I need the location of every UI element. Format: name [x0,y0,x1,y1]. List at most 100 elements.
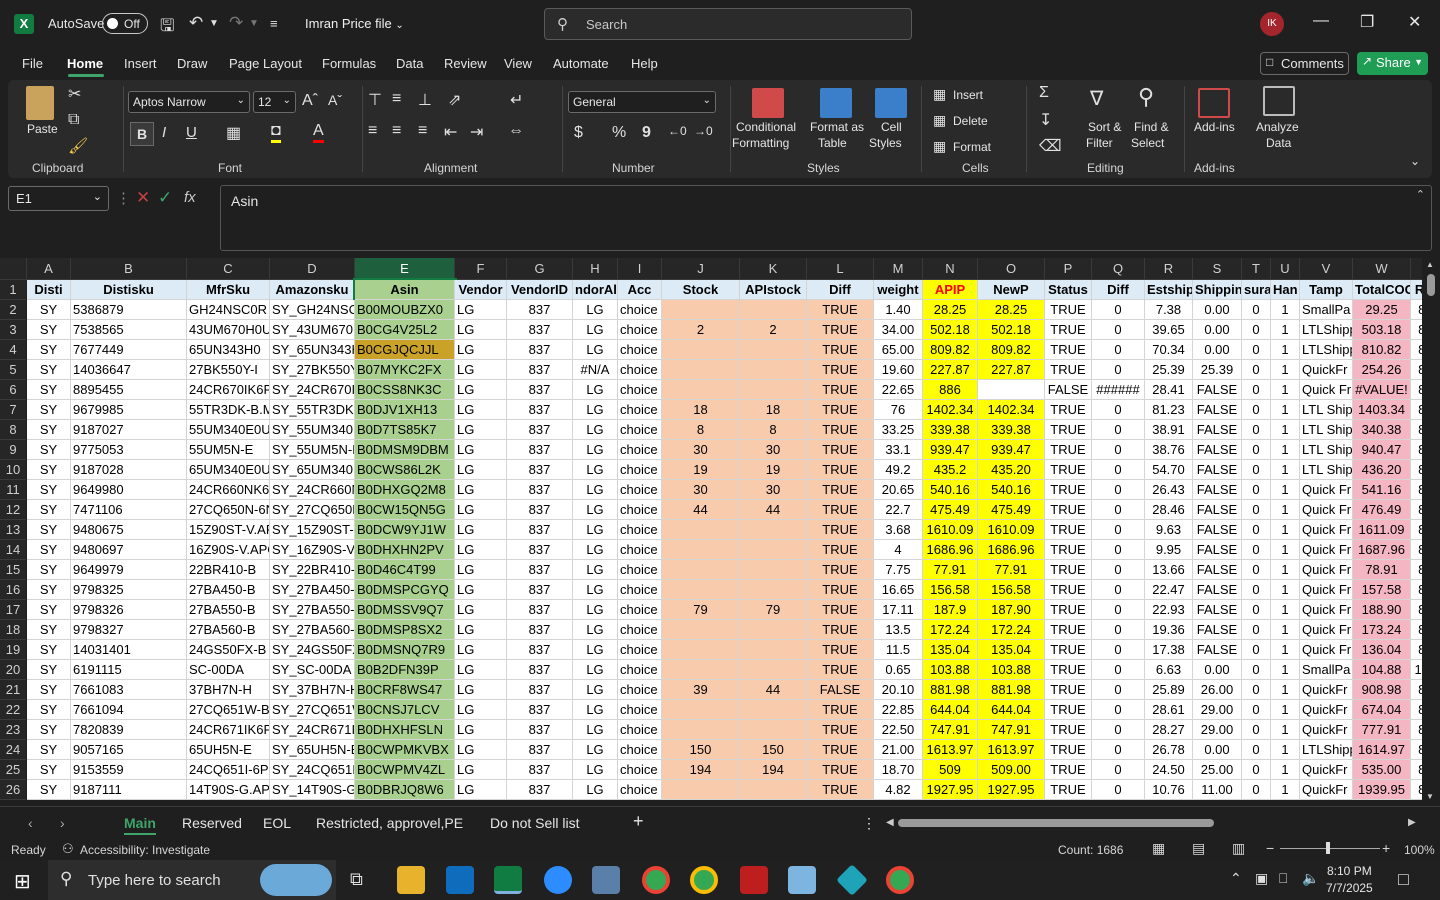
header-cell[interactable]: Distisku [71,280,187,300]
table-cell[interactable] [740,520,807,540]
table-cell[interactable]: 7.75 [874,560,923,580]
table-cell[interactable]: SY_65UN343H [270,340,355,360]
table-cell[interactable]: LTLShipp [1300,320,1353,340]
table-cell[interactable]: B0CGJQCJJL [355,340,455,360]
table-cell[interactable]: 0.00 [1193,740,1242,760]
table-cell[interactable]: 0 [1092,320,1145,340]
borders-icon[interactable]: ▦ [226,123,241,143]
table-cell[interactable]: QuickFr [1300,780,1353,800]
table-cell[interactable]: SY [27,680,71,700]
table-cell[interactable]: 339.38 [923,420,978,440]
table-cell[interactable]: 6.63 [1145,660,1193,680]
header-cell[interactable]: Shippin [1193,280,1242,300]
table-cell[interactable]: B07MYKC2FX [355,360,455,380]
table-cell[interactable]: LG [573,500,618,520]
row-header[interactable]: 20 [0,660,26,680]
add-ins-icon[interactable] [1198,88,1230,118]
row-header[interactable]: 1 [0,280,26,300]
table-cell[interactable]: SY_22BR410-E [270,560,355,580]
table-cell[interactable] [662,780,740,800]
table-cell[interactable]: 76 [874,400,923,420]
zoom-out-icon[interactable]: − [1266,840,1274,856]
column-header-r[interactable]: R [1145,258,1193,280]
table-cell[interactable]: SY_24CR660N [270,480,355,500]
user-avatar[interactable]: IK [1260,12,1284,36]
table-cell[interactable]: 475.49 [978,500,1045,520]
table-cell[interactable]: 9798325 [71,580,187,600]
table-cell[interactable]: 17.11 [874,600,923,620]
table-cell[interactable]: 0 [1242,560,1271,580]
page-break-view-icon[interactable]: ▥ [1232,840,1245,857]
table-cell[interactable]: 18.70 [874,760,923,780]
table-cell[interactable]: SY [27,620,71,640]
table-cell[interactable]: TRUE [1045,540,1092,560]
row-header[interactable]: 23 [0,720,26,740]
table-cell[interactable]: 77.91 [923,560,978,580]
table-cell[interactable]: 809.82 [978,340,1045,360]
table-cell[interactable]: 25.39 [1193,360,1242,380]
table-cell[interactable]: GH24NSC0R [187,300,270,320]
table-cell[interactable]: 837 [507,340,573,360]
table-cell[interactable]: TRUE [807,340,874,360]
table-cell[interactable]: 54.70 [1145,460,1193,480]
table-cell[interactable]: LTL Ship [1300,420,1353,440]
format-as-table-label-1[interactable]: Format as [810,120,864,134]
table-cell[interactable]: B0CNSJ7LCV [355,700,455,720]
table-cell[interactable]: TRUE [807,420,874,440]
table-cell[interactable] [662,380,740,400]
table-cell[interactable]: 65UN343H0 [187,340,270,360]
menu-automate[interactable]: Automate [553,56,609,71]
table-cell[interactable]: 28.25 [923,300,978,320]
table-cell[interactable]: 28.27 [1145,720,1193,740]
taskbar-clock[interactable]: 8:10 PM 7/7/2025 [1326,863,1373,897]
table-cell[interactable]: 4 [874,540,923,560]
chrome-user-icon[interactable] [886,866,914,894]
table-cell[interactable]: FALSE [1193,540,1242,560]
table-cell[interactable]: B0DMSNQ7R9 [355,640,455,660]
select-all-corner[interactable] [0,258,27,280]
table-cell[interactable]: SY_16Z90S-V. [270,540,355,560]
table-cell[interactable]: 810.82 [1353,340,1411,360]
table-cell[interactable]: 9649980 [71,480,187,500]
table-cell[interactable]: TRUE [807,600,874,620]
table-cell[interactable]: SY_65UM340E [270,460,355,480]
outlook-icon[interactable] [446,866,474,894]
table-cell[interactable]: 22.85 [874,700,923,720]
delete-cells-label[interactable]: Delete [953,114,988,128]
table-cell[interactable]: TRUE [1045,400,1092,420]
table-cell[interactable]: 9187027 [71,420,187,440]
menu-page-layout[interactable]: Page Layout [229,56,302,71]
table-cell[interactable]: LG [455,680,507,700]
table-cell[interactable]: FALSE [1193,440,1242,460]
redo-dropdown-icon[interactable]: ▼ [249,18,259,29]
app-diamond-icon[interactable] [836,864,868,896]
table-cell[interactable]: 1610.09 [923,520,978,540]
sort-filter-label-2[interactable]: Filter [1086,136,1113,150]
table-cell[interactable]: 339.38 [978,420,1045,440]
table-cell[interactable]: 103.88 [978,660,1045,680]
table-cell[interactable]: 837 [507,380,573,400]
table-cell[interactable]: 9775053 [71,440,187,460]
table-cell[interactable] [662,700,740,720]
table-cell[interactable]: 0 [1242,580,1271,600]
table-cell[interactable]: TRUE [1045,620,1092,640]
table-cell[interactable]: 78.91 [1353,560,1411,580]
table-cell[interactable]: 0 [1242,540,1271,560]
insert-function-button[interactable]: fx [184,189,196,206]
table-cell[interactable]: 0 [1242,760,1271,780]
table-cell[interactable]: 881.98 [978,680,1045,700]
table-cell[interactable]: TRUE [807,540,874,560]
table-cell[interactable]: 0 [1092,340,1145,360]
table-cell[interactable]: 837 [507,720,573,740]
table-cell[interactable]: ###### [1092,380,1145,400]
table-cell[interactable]: 837 [507,700,573,720]
minimize-icon[interactable]: — [1313,12,1329,30]
network-icon[interactable]: ⎕ [1279,870,1287,887]
table-cell[interactable]: 837 [507,620,573,640]
table-cell[interactable]: 0 [1242,620,1271,640]
table-cell[interactable]: Quick Fr [1300,580,1353,600]
table-cell[interactable]: 9798326 [71,600,187,620]
table-cell[interactable]: 18 [662,400,740,420]
table-cell[interactable]: SY [27,480,71,500]
table-cell[interactable]: 9.95 [1145,540,1193,560]
